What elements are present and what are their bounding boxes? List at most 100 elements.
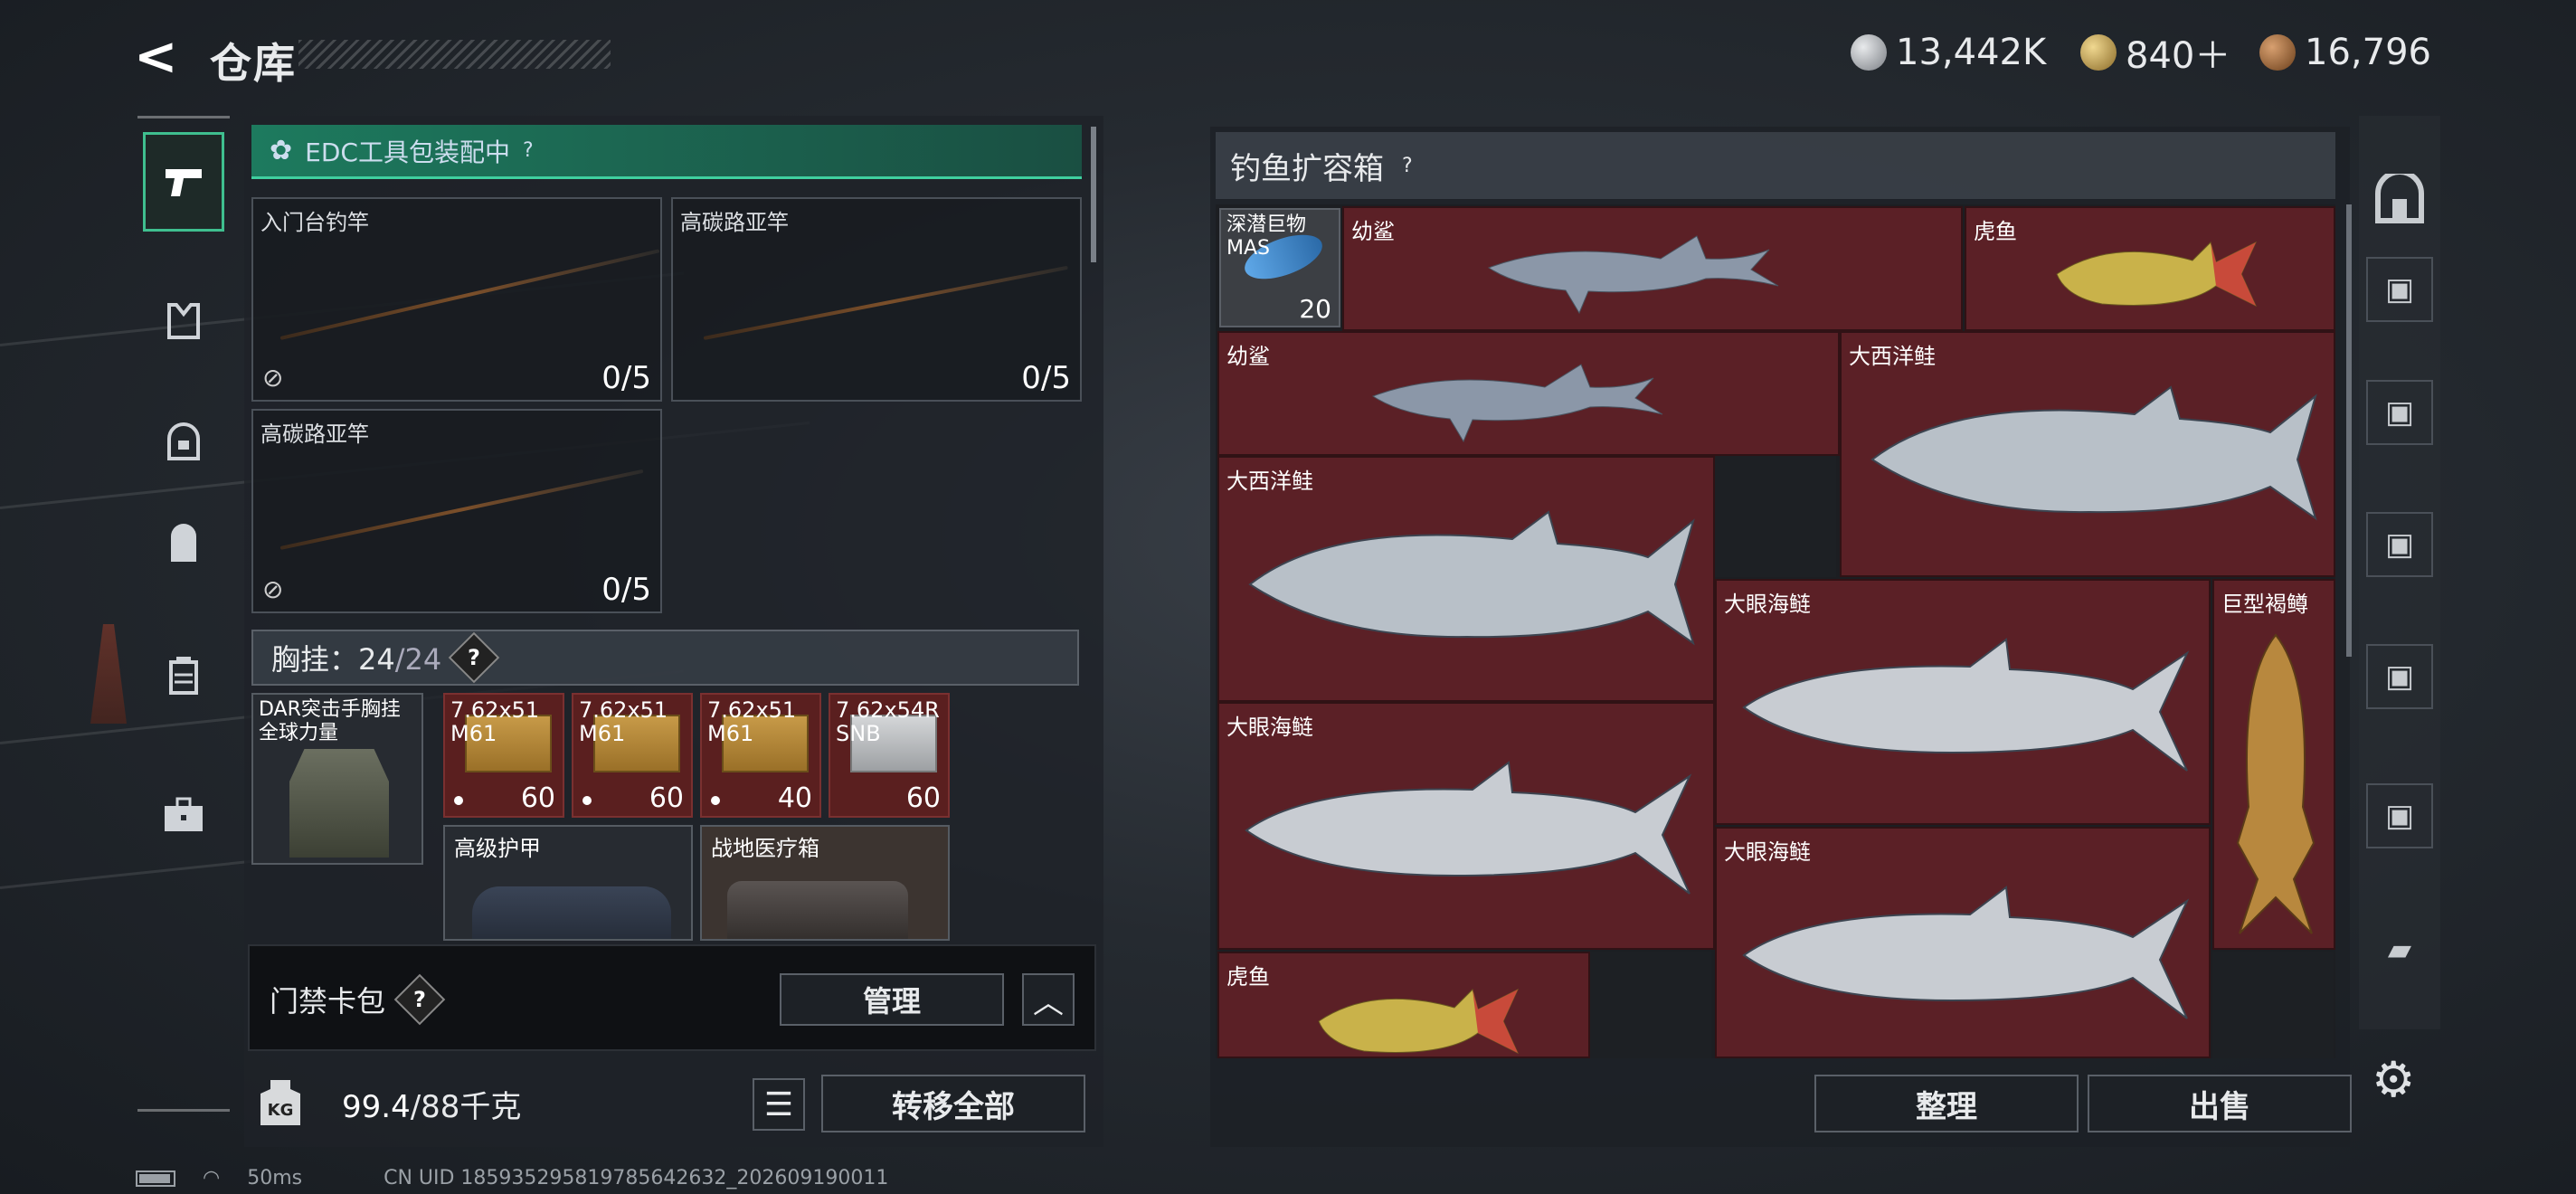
edc-status-bar[interactable]: ✿ EDC工具包装配中 ? (251, 125, 1082, 179)
storage-tab[interactable]: ▣ (2366, 644, 2433, 709)
ammo-slot[interactable]: 7.62x51 M61 60 (443, 693, 564, 818)
rod-name: 高碳路亚竿 (680, 210, 789, 235)
pistol-icon (166, 169, 202, 196)
chest-rig-header: 胸挂：24/24 ? (251, 630, 1079, 686)
back-button[interactable]: < (134, 29, 181, 83)
backpack-icon (171, 524, 196, 562)
ammo-name: 7.62x51 M61 (579, 697, 668, 746)
tarpon-image (1742, 886, 2190, 1019)
title-stripe (298, 40, 611, 69)
currency-bronze: 16,796 (2259, 27, 2431, 78)
expand-box-icon[interactable]: ▰ (2366, 917, 2433, 982)
lure-item[interactable]: 深潜巨物 MAS 20 (1219, 208, 1340, 327)
battery-icon (136, 1170, 175, 1187)
bronze-coin-icon (2259, 34, 2296, 71)
wifi-icon: ◠ (203, 1167, 221, 1189)
nav-weapons[interactable] (143, 132, 224, 232)
help-icon[interactable]: ? (448, 631, 500, 684)
fish-item[interactable]: 幼鲨 (1342, 206, 1963, 331)
vest-icon (169, 657, 198, 695)
nav-toolbox[interactable] (143, 765, 224, 865)
fish-name: 大眼海鲢 (1724, 839, 1811, 865)
ammo-count: 60 (905, 782, 941, 814)
medkit-slot[interactable]: 战地医疗箱 (700, 825, 950, 941)
storage-tab[interactable]: ▣ (2366, 380, 2433, 445)
chest-rig-slot[interactable]: DAR突击手胸挂 全球力量 (251, 693, 423, 865)
fish-name: 幼鲨 (1351, 219, 1395, 244)
empty-cell[interactable] (1715, 456, 1836, 577)
storage-tab[interactable]: ▣ (2366, 512, 2433, 577)
storage-box-icon: ▣ (2384, 394, 2415, 431)
fish-name: 大眼海鲢 (1226, 715, 1313, 740)
fish-item[interactable]: 大眼海鲢 (1217, 702, 1715, 950)
ammo-slot[interactable]: 7.62x54R SNB 60 (829, 693, 950, 818)
storage-box-icon: ▣ (2384, 798, 2415, 834)
manage-button[interactable]: 管理 (780, 973, 1004, 1026)
ammo-name: 7.62x51 M61 (450, 697, 540, 746)
chest-rig-max: /24 (394, 642, 442, 677)
storage-box-icon: ▣ (2384, 526, 2415, 563)
currency-gold[interactable]: 840＋ (2080, 27, 2230, 78)
armor-icon (167, 303, 200, 339)
edc-label: EDC工具包装配中 (305, 137, 510, 167)
ammo-slot[interactable]: 7.62x51 M61 60 (572, 693, 693, 818)
ammo-count: 60 (520, 782, 555, 814)
sort-button[interactable]: 整理 (1814, 1075, 2079, 1132)
currency-gold-value: 840＋ (2126, 35, 2231, 77)
trout-image (2236, 633, 2316, 934)
fish-name: 巨型褐鳟 (2221, 592, 2308, 617)
fish-name: 虎鱼 (1226, 964, 1270, 990)
nav-vest[interactable] (143, 626, 224, 725)
sell-button[interactable]: 出售 (2088, 1075, 2352, 1132)
help-icon[interactable]: ? (393, 973, 446, 1026)
fish-item[interactable]: 幼鲨 (1217, 331, 1840, 456)
left-scrollbar[interactable] (1091, 127, 1096, 262)
transfer-all-button[interactable]: 转移全部 (821, 1075, 1085, 1132)
fishing-box-tab[interactable]: ▣ (2366, 257, 2433, 322)
fish-item[interactable]: 大西洋鲑 (1840, 331, 2335, 577)
ammo-count: 60 (649, 782, 684, 814)
rod-count: 0/5 (1021, 360, 1071, 396)
fish-item[interactable]: 大眼海鲢 (1715, 579, 2211, 825)
fishing-box-title: 钓鱼扩容箱 (1230, 150, 1384, 187)
storage-tab[interactable]: ▣ (2366, 783, 2433, 848)
keycard-label-row: 门禁卡包 ? (270, 973, 446, 1026)
weight-max: /88千克 (410, 1089, 522, 1125)
traffic-cone (90, 624, 127, 724)
fish-item[interactable]: 虎鱼 (1965, 206, 2335, 331)
ping-value: 50ms (247, 1167, 303, 1189)
nav-backpack[interactable] (143, 494, 224, 593)
fish-item[interactable]: 巨型褐鳟 (2212, 579, 2335, 950)
weight-current: 99.4 (342, 1089, 411, 1125)
armor-slot[interactable]: 高级护甲 (443, 825, 693, 941)
edc-icon: ✿ (270, 135, 293, 166)
help-icon[interactable]: ? (523, 139, 534, 162)
shark-image (1487, 235, 1779, 315)
rod-slot[interactable]: 高碳路亚竿 ⊘ 0/5 (251, 409, 662, 613)
rod-slot[interactable]: 高碳路亚竿 0/5 (671, 197, 1082, 402)
status-bar: ◠ 50ms CN UID 18593529581978564263​2_202… (136, 1167, 888, 1189)
right-scrollbar[interactable] (2346, 204, 2352, 657)
help-icon[interactable]: ? (1402, 155, 1413, 177)
fish-item[interactable]: 大西洋鲑 (1217, 456, 1715, 702)
fish-item[interactable]: 大眼海鲢 (1715, 827, 2211, 1058)
fish-name: 大西洋鲑 (1849, 344, 1936, 369)
helmet-icon (167, 422, 200, 460)
tigerfish-image (1318, 988, 1520, 1055)
rod-slot[interactable]: 入门台钓竿 ⊘ 0/5 (251, 197, 662, 402)
no-bait-icon: ⊘ (262, 363, 284, 393)
empty-cell[interactable] (2212, 952, 2334, 1058)
nav-helmet[interactable] (143, 393, 224, 492)
lure-name: 深潜巨物 MAS (1226, 213, 1307, 260)
ammo-name: 7.62x54R SNB (836, 697, 940, 746)
fish-item[interactable]: 虎鱼 (1217, 952, 1590, 1058)
chevron-up-icon[interactable]: ︿ (1022, 973, 1075, 1026)
empty-cell[interactable] (1590, 952, 1711, 1058)
ammo-slot[interactable]: 7.62x51 M61 40 (700, 693, 821, 818)
safe-box-icon[interactable] (2366, 166, 2433, 232)
list-view-icon[interactable]: ☰ (753, 1078, 805, 1131)
nav-armor[interactable] (143, 271, 224, 371)
chest-rig-count: 24 (358, 642, 395, 677)
fish-name: 大西洋鲑 (1226, 469, 1313, 494)
gear-icon[interactable]: ⚙ (2372, 1051, 2415, 1108)
